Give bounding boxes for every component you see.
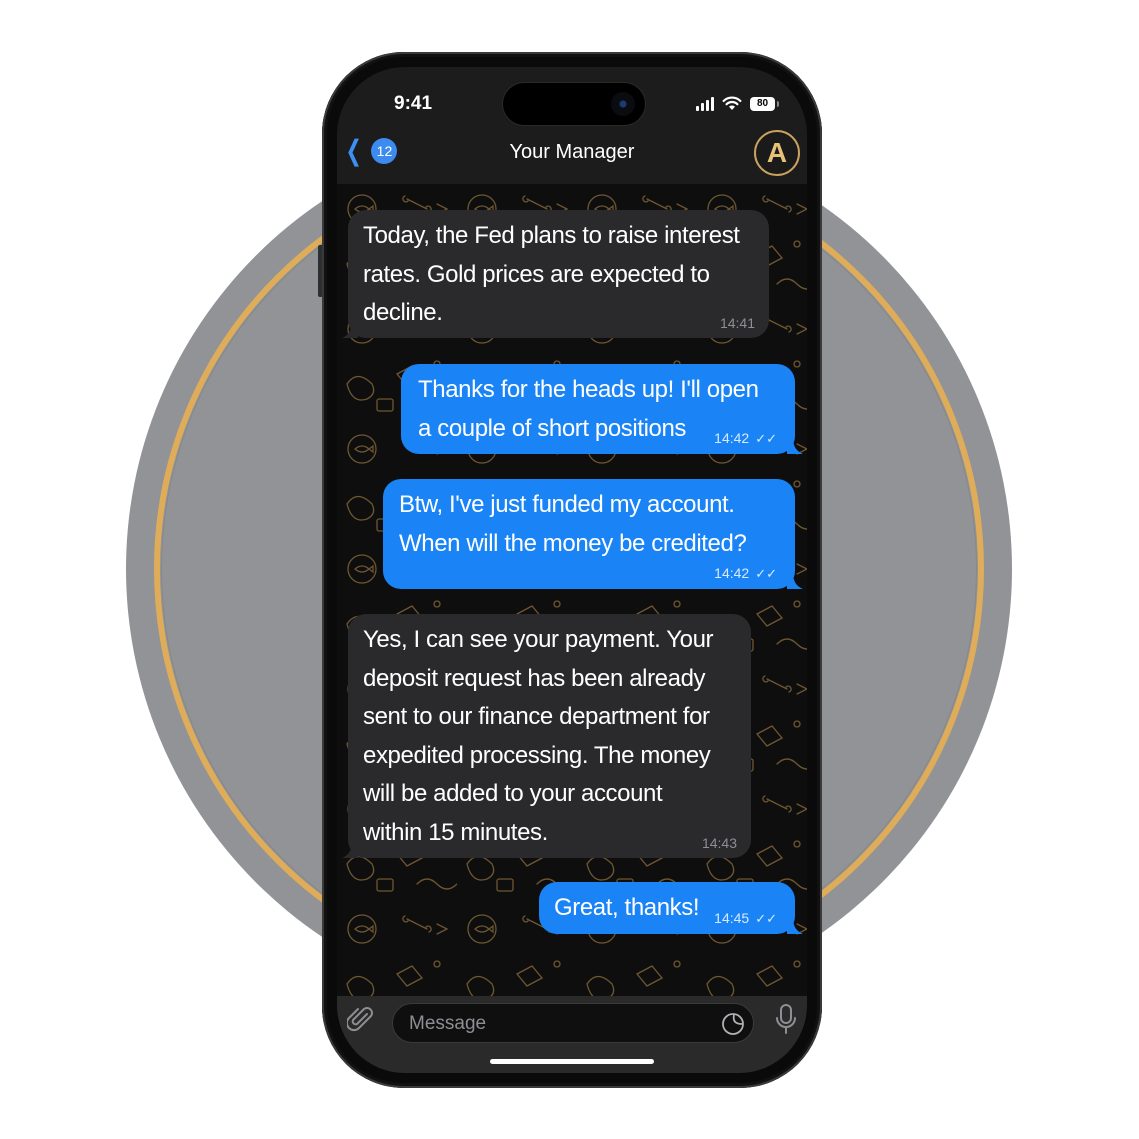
status-time: 9:41 (394, 93, 433, 114)
bubble-tail (342, 322, 358, 338)
message-text-line: will be added to your account (363, 780, 663, 807)
double-check-icon: ✓✓ (755, 911, 777, 926)
message-text-line: deposit request has been already (363, 664, 706, 692)
message-text-line: Yes, I can see your payment. Your (363, 626, 714, 653)
status-icons: 80 (696, 96, 779, 111)
double-check-icon: ✓✓ (755, 431, 777, 446)
message-time: 14:42 (714, 430, 750, 446)
wifi-icon (722, 96, 742, 110)
message-text-line: decline. (363, 299, 443, 326)
message-outgoing[interactable]: Great, thanks! 14:45 ✓✓ (539, 882, 803, 934)
message-incoming[interactable]: Yes, I can see your payment. Your deposi… (342, 614, 751, 858)
message-text-line: Thanks for the heads up! I'll open (418, 376, 759, 403)
signal-icon (696, 96, 714, 111)
message-time: 14:41 (719, 315, 755, 331)
sticker-icon[interactable] (721, 1012, 745, 1036)
message-incoming[interactable]: Today, the Fed plans to raise interest r… (342, 210, 769, 338)
chat-area: Today, the Fed plans to raise interest r… (337, 184, 807, 996)
bubble-tail (342, 842, 358, 858)
message-input[interactable] (407, 1004, 711, 1044)
message-text-line: within 15 minutes. (363, 818, 548, 846)
bubble-tail (787, 918, 803, 934)
dynamic-island (503, 83, 645, 125)
home-indicator (490, 1059, 654, 1064)
camera-icon (611, 92, 635, 116)
message-field[interactable] (392, 1003, 754, 1044)
avatar[interactable]: A (754, 130, 800, 176)
avatar-letter: A (766, 137, 788, 168)
bubble-tail (787, 438, 803, 454)
message-text-line: When will the money be credited? (399, 529, 747, 557)
bubble-tail (787, 573, 803, 589)
microphone-icon[interactable] (775, 1004, 797, 1034)
message-text-line: sent to our finance department for (363, 703, 710, 730)
battery-icon: 80 (750, 96, 779, 111)
message-text-line: expedited processing. The money (363, 741, 711, 769)
message-input-bar (337, 996, 807, 1073)
message-time: 14:42 (714, 565, 750, 581)
message-time: 14:43 (701, 835, 737, 851)
chat-title: Your Manager (509, 141, 635, 163)
message-outgoing[interactable]: Btw, I've just funded my account. When w… (383, 479, 803, 589)
message-outgoing[interactable]: Thanks for the heads up! I'll open a cou… (401, 364, 803, 454)
message-time: 14:45 (714, 910, 750, 926)
message-meta: 14:45 ✓✓ (714, 911, 777, 926)
paperclip-icon[interactable] (347, 1006, 375, 1034)
chat-header: 9:41 80 ❮ 12 Your Manager A (337, 67, 807, 184)
message-text-line: rates. Gold prices are expected to (363, 260, 710, 288)
phone-frame: 9:41 80 ❮ 12 Your Manager A Today, the F… (322, 52, 822, 1088)
message-text-line: Btw, I've just funded my account. (399, 491, 735, 518)
message-text-line: Today, the Fed plans to raise interest (363, 222, 740, 249)
phone-screen: 9:41 80 ❮ 12 Your Manager A Today, the F… (337, 67, 807, 1073)
message-meta: 14:42 ✓✓ (714, 566, 777, 581)
double-check-icon: ✓✓ (755, 566, 777, 581)
message-meta: 14:42 ✓✓ (714, 431, 777, 446)
